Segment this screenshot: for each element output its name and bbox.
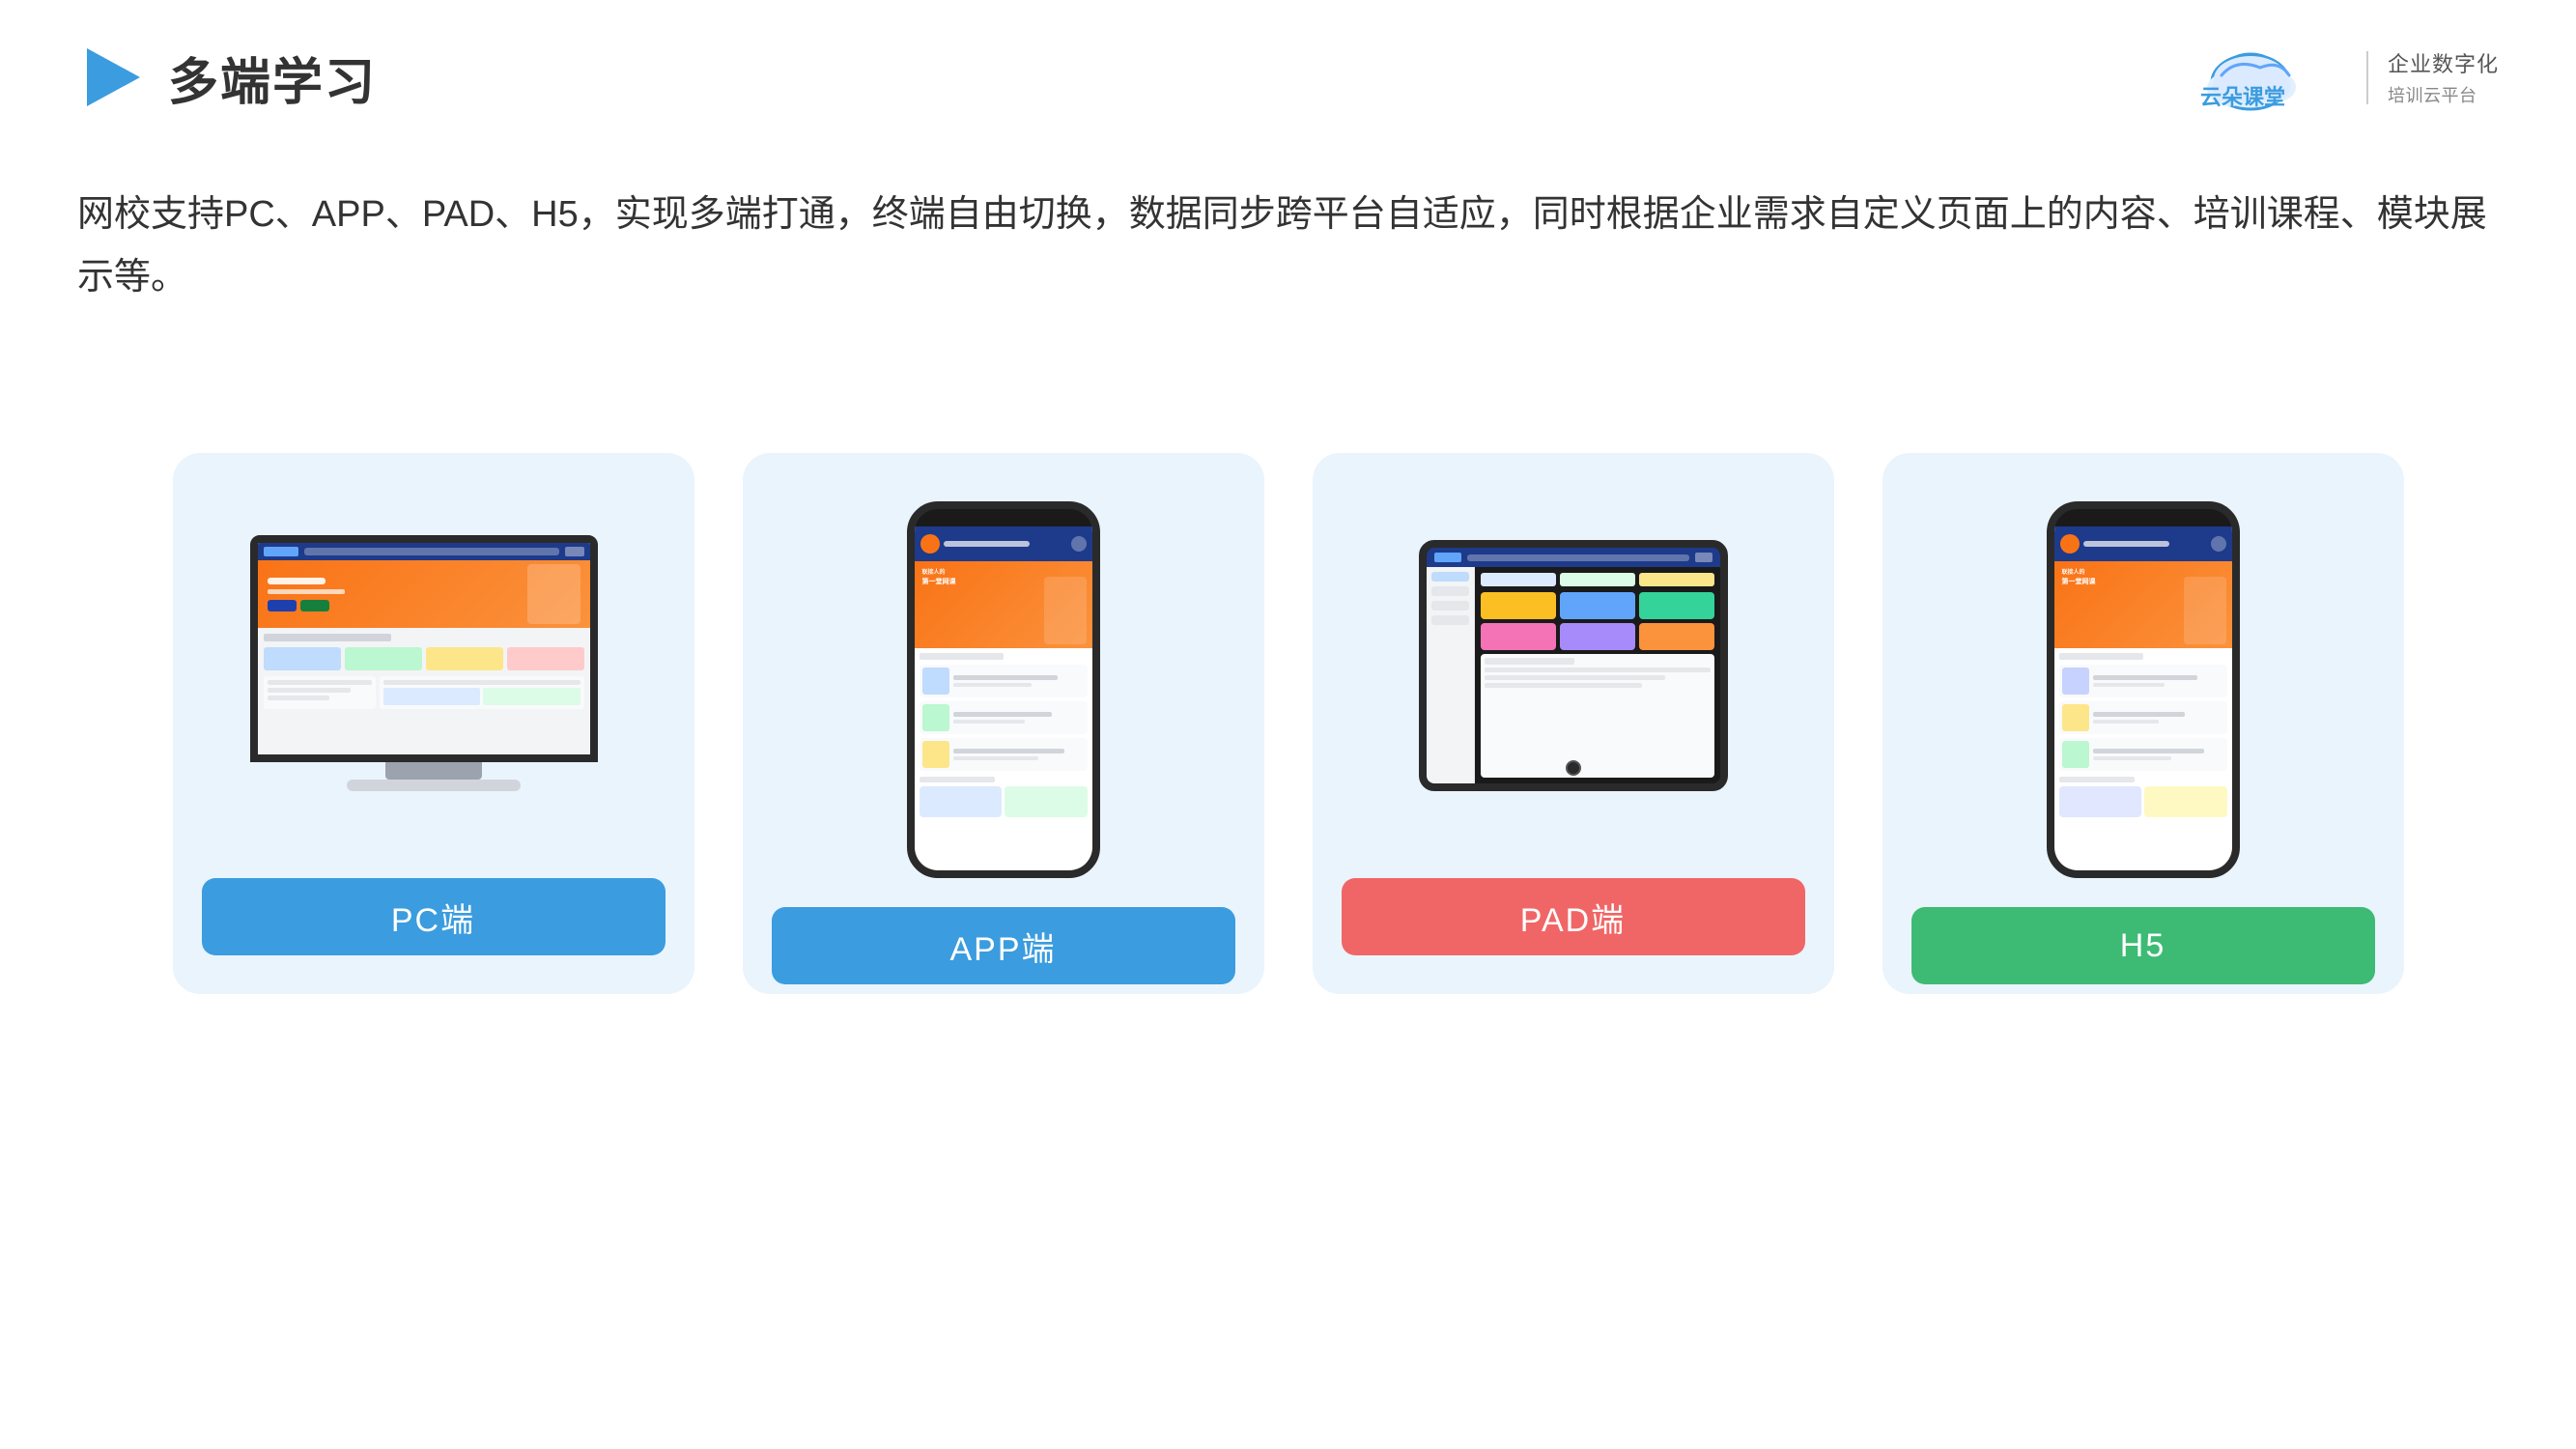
page-header: 多端学习 云朵课堂 企业数字化 [0,0,2576,145]
app-phone-outer: 联接人的 第一堂网课 [907,501,1100,878]
device-cards-section: PC端 [0,395,2576,1052]
tablet-home-button [1566,760,1581,776]
phone-notch [975,509,1033,526]
svg-text:云朵课堂: 云朵课堂 [2200,85,2285,109]
pad-device-mockup [1419,540,1728,810]
app-phone-mockup: 联接人的 第一堂网课 [907,501,1100,878]
h5-mockup-area: 联接人的 第一堂网课 [1911,501,2375,878]
brand-tagline: 企业数字化 [2388,47,2499,78]
h5-card: 联接人的 第一堂网课 [1882,453,2404,994]
app-card: 联接人的 第一堂网课 [743,453,1264,994]
pc-card: PC端 [173,453,694,994]
pc-mockup-area [202,501,665,849]
pc-button[interactable]: PC端 [202,878,665,955]
play-icon [77,43,145,111]
cloud-logo-icon: 云朵课堂 [2193,39,2347,116]
brand-text-group: 企业数字化 培训云平台 [2388,47,2499,107]
description-text: 网校支持PC、APP、PAD、H5，实现多端打通，终端自由切换，数据同步跨平台自… [0,145,2576,366]
pc-device-mockup [250,535,617,815]
h5-phone-notch [2114,509,2172,526]
app-button[interactable]: APP端 [772,907,1235,984]
pad-card: PAD端 [1313,453,1834,994]
pc-base [347,780,521,791]
pc-screen [250,535,598,762]
h5-phone-outer: 联接人的 第一堂网课 [2047,501,2240,878]
pc-stand [385,762,482,780]
pad-button[interactable]: PAD端 [1342,878,1805,955]
logo-left: 多端学习 [77,42,377,114]
page-title: 多端学习 [168,42,377,114]
logo-right: 云朵课堂 企业数字化 培训云平台 [2193,39,2499,116]
app-mockup-area: 联接人的 第一堂网课 [772,501,1235,878]
header-divider [2366,51,2368,104]
app-phone-screen: 联接人的 第一堂网课 [915,526,1092,870]
h5-phone-mockup: 联接人的 第一堂网课 [2047,501,2240,878]
h5-phone-screen: 联接人的 第一堂网课 [2054,526,2232,870]
h5-button[interactable]: H5 [1911,907,2375,984]
pad-mockup-area [1342,501,1805,849]
brand-logo: 云朵课堂 [2193,39,2347,116]
brand-subtitle: 培训云平台 [2388,82,2477,107]
tablet-outer [1419,540,1728,791]
